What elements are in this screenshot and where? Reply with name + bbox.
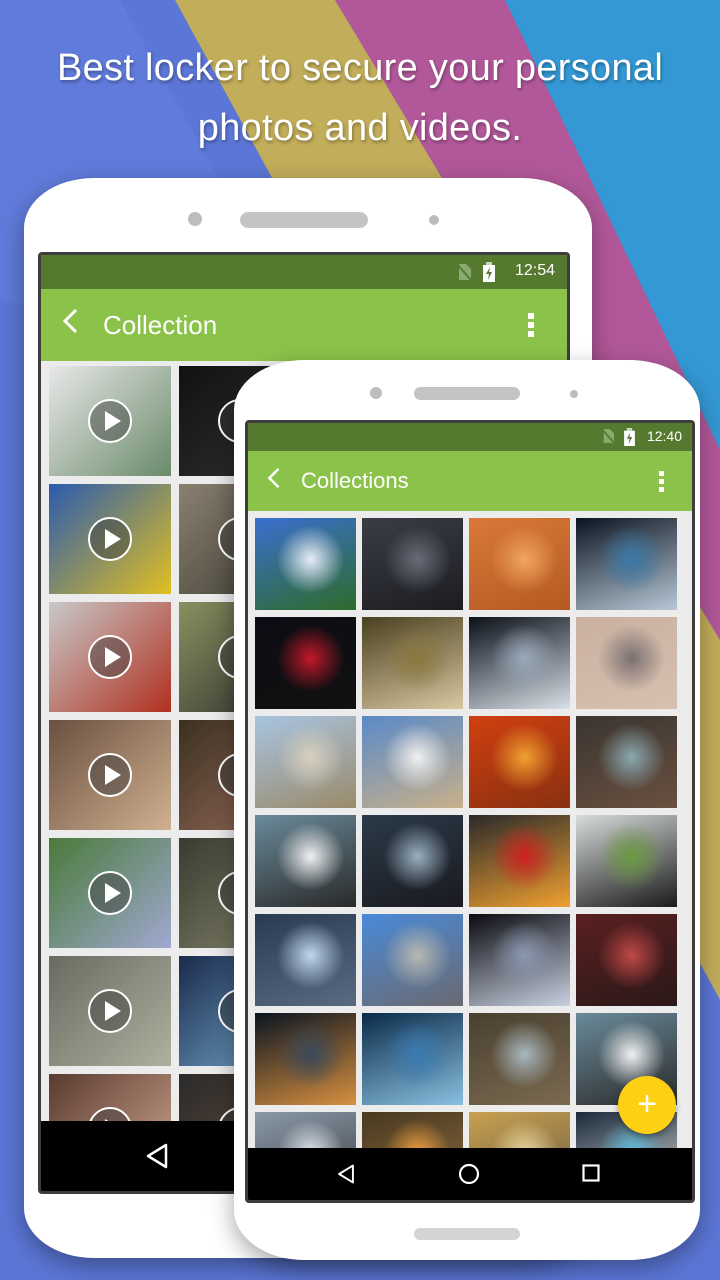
play-icon	[88, 871, 132, 915]
proximity-sensor	[429, 215, 439, 225]
photo-tile[interactable]	[576, 716, 677, 808]
photo-tile[interactable]	[469, 518, 570, 610]
battery-charging-icon	[483, 262, 495, 282]
headline-line-1: Best locker to secure your personal	[56, 47, 664, 89]
nav-back-button[interactable]	[145, 1143, 169, 1169]
status-time: 12:40	[646, 428, 682, 444]
video-tile[interactable]	[49, 720, 171, 830]
app-bar-title: Collection	[103, 310, 218, 340]
more-vert-icon	[528, 313, 534, 319]
photo-tile[interactable]	[255, 815, 356, 907]
video-tile[interactable]	[49, 956, 171, 1066]
video-tile[interactable]	[49, 484, 171, 594]
front-camera	[370, 387, 382, 399]
video-tile[interactable]	[49, 366, 171, 476]
photo-tile[interactable]	[469, 815, 570, 907]
photo-tile[interactable]	[469, 914, 570, 1006]
play-icon	[88, 399, 132, 443]
photo-tile[interactable]	[255, 518, 356, 610]
earpiece-speaker	[240, 212, 368, 228]
play-icon	[88, 517, 132, 561]
status-time: 12:54	[514, 262, 555, 279]
app-bar-title: Collections	[301, 468, 409, 493]
front-phone-screen: 12:40 Collections +	[245, 420, 695, 1203]
photo-tile[interactable]	[255, 914, 356, 1006]
back-button[interactable]	[61, 307, 79, 341]
play-icon	[88, 989, 132, 1033]
nav-back-button[interactable]	[336, 1164, 356, 1184]
app-bar: Collections	[248, 451, 692, 511]
more-options-button[interactable]	[528, 313, 534, 340]
add-button[interactable]: +	[618, 1076, 676, 1134]
chevron-left-icon	[62, 308, 78, 334]
photo-grid	[248, 511, 692, 1200]
play-icon	[88, 635, 132, 679]
photo-tile[interactable]	[255, 617, 356, 709]
chevron-left-icon	[267, 467, 280, 489]
navigation-bar	[248, 1148, 692, 1200]
photo-tile[interactable]	[255, 1013, 356, 1105]
photo-tile[interactable]	[576, 914, 677, 1006]
headline-line-2: photos and videos.	[197, 107, 523, 149]
photo-tile[interactable]	[469, 1013, 570, 1105]
video-tile[interactable]	[49, 838, 171, 948]
status-bar: 12:40	[248, 423, 692, 451]
no-sim-icon	[602, 429, 614, 443]
front-camera	[188, 212, 202, 226]
front-phone: 12:40 Collections +	[234, 360, 700, 1260]
battery-charging-icon	[624, 428, 635, 446]
bottom-speaker	[414, 1228, 520, 1240]
more-vert-icon	[659, 471, 664, 476]
photo-tile[interactable]	[469, 617, 570, 709]
play-icon	[88, 753, 132, 797]
photo-tile[interactable]	[362, 1013, 463, 1105]
nav-recents-button[interactable]	[582, 1164, 600, 1182]
nav-home-button[interactable]	[458, 1163, 480, 1185]
more-options-button[interactable]	[659, 471, 664, 495]
video-tile[interactable]	[49, 602, 171, 712]
earpiece-speaker	[414, 387, 520, 400]
status-bar: 12:54	[41, 255, 567, 289]
app-bar: Collection	[41, 289, 567, 361]
photo-tile[interactable]	[576, 617, 677, 709]
photo-tile[interactable]	[362, 617, 463, 709]
back-button[interactable]	[266, 466, 281, 496]
photo-tile[interactable]	[469, 716, 570, 808]
plus-icon: +	[637, 1085, 657, 1123]
no-sim-icon	[457, 264, 471, 280]
photo-tile[interactable]	[362, 518, 463, 610]
proximity-sensor	[570, 390, 578, 398]
photo-tile[interactable]	[576, 815, 677, 907]
photo-tile[interactable]	[362, 815, 463, 907]
headline: Best locker to secure your personal phot…	[0, 38, 720, 158]
photo-tile[interactable]	[576, 518, 677, 610]
photo-tile[interactable]	[362, 914, 463, 1006]
photo-tile[interactable]	[362, 716, 463, 808]
photo-tile[interactable]	[255, 716, 356, 808]
